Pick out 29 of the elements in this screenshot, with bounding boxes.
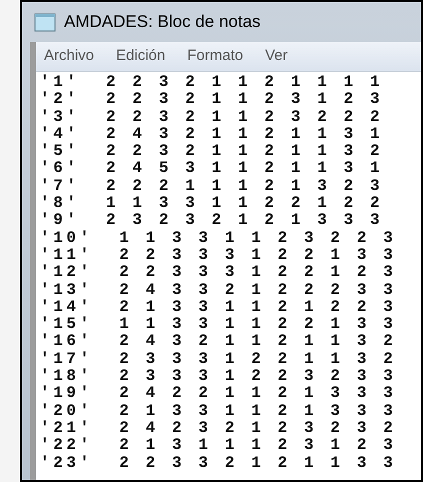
text-line: '9' 2 3 2 3 2 1 2 1 3 3 3 — [40, 212, 384, 230]
text-line: '2' 2 2 3 2 1 1 2 3 1 2 3 — [40, 91, 384, 109]
text-line: '8' 1 1 3 3 1 1 2 2 1 2 2 — [40, 195, 384, 212]
text-line: '7' 2 2 2 1 1 1 2 1 3 2 3 — [40, 178, 384, 195]
menu-item[interactable]: Edición — [116, 45, 166, 68]
menu-item[interactable]: Ver — [265, 45, 288, 68]
text-line: '15' 1 1 3 3 1 1 2 2 1 3 3 — [40, 316, 398, 334]
text-line: '19' 2 4 2 2 1 1 2 1 3 3 3 — [40, 385, 398, 403]
text-line: '13' 2 4 3 3 2 1 2 2 2 3 3 — [40, 282, 398, 299]
text-line: '5' 2 2 3 2 1 1 2 1 1 3 2 — [40, 143, 384, 160]
text-line: '11' 2 2 3 3 3 1 2 2 1 3 3 — [40, 246, 398, 264]
text-line: '12' 2 2 3 3 3 1 2 2 1 2 3 — [40, 264, 398, 282]
text-line: '10' 1 1 3 3 1 1 2 3 2 2 3 — [40, 230, 398, 247]
text-line: '18' 2 3 3 3 1 2 2 3 2 3 3 — [40, 368, 398, 386]
text-line: '3' 2 2 3 2 1 1 2 3 2 2 2 — [40, 108, 384, 126]
notepad-icon — [34, 12, 56, 32]
menu-item[interactable]: Formato — [187, 45, 244, 68]
window-title: AMDADES: Bloc de notas — [64, 11, 261, 34]
text-line: '14' 2 1 3 3 1 1 2 1 2 2 3 — [40, 298, 398, 316]
text-line: '23' 2 2 3 3 2 1 2 1 1 3 3 — [40, 454, 398, 472]
text-line: '20' 2 1 3 3 1 1 2 1 3 3 3 — [40, 402, 398, 420]
text-line: '1' 2 2 3 2 1 1 2 1 1 1 1 — [40, 74, 384, 91]
text-line: '6' 2 4 5 3 1 1 2 1 1 3 1 — [40, 160, 384, 178]
text-line: '17' 2 3 3 3 1 2 2 1 1 3 2 — [40, 350, 398, 368]
text-line: '22' 2 1 3 1 1 1 2 3 1 2 3 — [40, 437, 398, 455]
text-line: '21' 2 4 2 3 2 1 2 3 2 3 2 — [40, 420, 398, 437]
menu-item[interactable]: Archivo — [44, 45, 94, 68]
text-line: '16' 2 4 3 2 1 1 2 1 1 3 2 — [40, 333, 398, 351]
text-line: '4' 2 4 3 2 1 1 2 1 1 3 1 — [40, 126, 384, 143]
